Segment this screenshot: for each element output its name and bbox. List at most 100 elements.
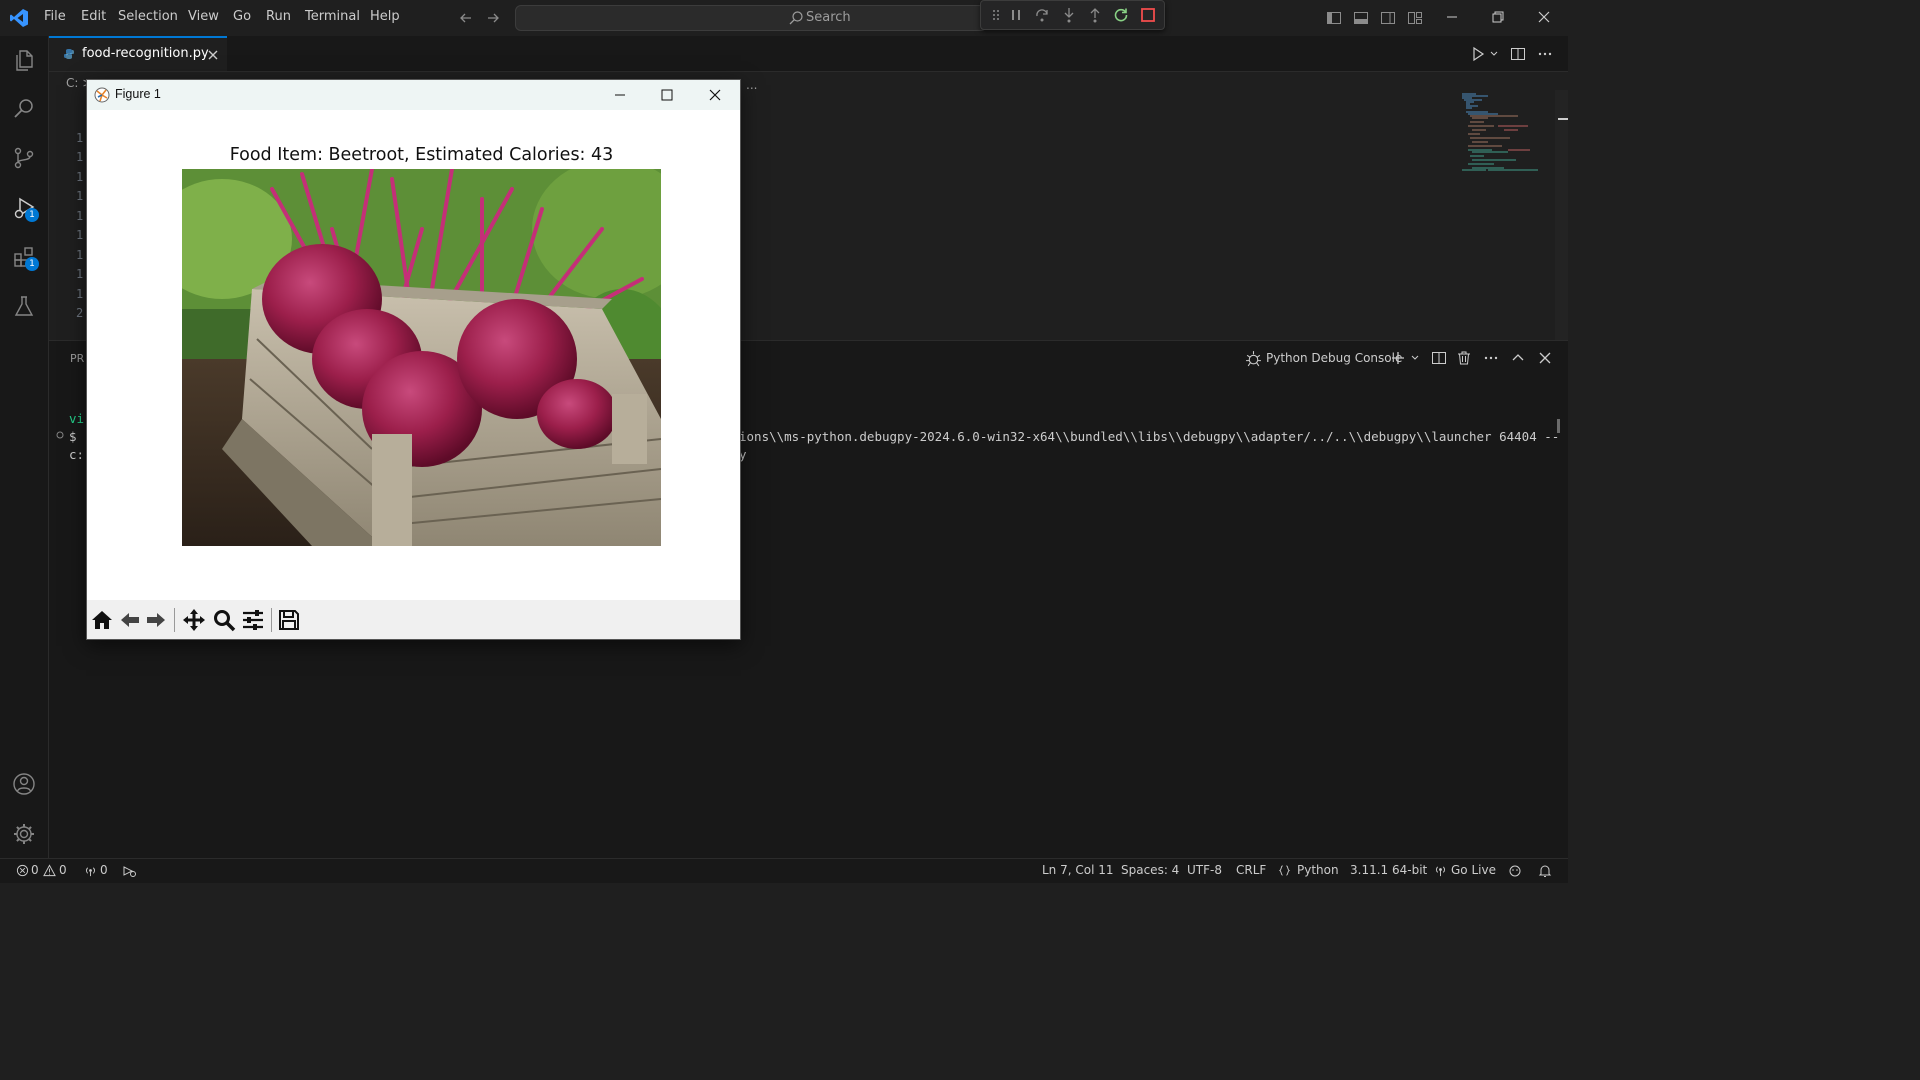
cursor-position[interactable]: Ln 7, Col 11 xyxy=(1042,863,1114,877)
menu-go[interactable]: Go xyxy=(233,9,251,24)
editor-more-actions-icon[interactable] xyxy=(1537,46,1553,62)
menu-edit[interactable]: Edit xyxy=(81,9,106,24)
figure-maximize-icon[interactable] xyxy=(660,88,674,102)
ports-count[interactable]: 0 xyxy=(100,863,108,877)
python-interpreter[interactable]: 3.11.1 64-bit xyxy=(1350,863,1427,877)
warning-icon[interactable] xyxy=(43,864,56,877)
source-control-icon[interactable] xyxy=(12,146,36,170)
activity-bar: 1 1 xyxy=(0,36,49,858)
terminal-line-3: c: xyxy=(69,447,85,462)
toggle-panel-icon[interactable] xyxy=(1353,10,1369,26)
line-number: 1 xyxy=(76,228,84,242)
split-terminal-icon[interactable] xyxy=(1431,350,1447,366)
maximize-panel-chevron-up-icon[interactable] xyxy=(1510,350,1526,366)
split-editor-icon[interactable] xyxy=(1510,46,1526,62)
step-over-icon[interactable] xyxy=(1034,7,1050,23)
toggle-primary-sidebar-icon[interactable] xyxy=(1326,10,1342,26)
file-encoding[interactable]: UTF-8 xyxy=(1187,863,1222,877)
debug-console-icon xyxy=(1246,351,1261,367)
end-of-line[interactable]: CRLF xyxy=(1236,863,1266,877)
testing-flask-icon[interactable] xyxy=(12,294,36,318)
search-placeholder: Search xyxy=(806,10,851,25)
go-live-button[interactable]: Go Live xyxy=(1451,863,1496,877)
restart-icon[interactable] xyxy=(1113,7,1129,23)
console-label[interactable]: Python Debug Console xyxy=(1266,351,1402,365)
menu-file[interactable]: File xyxy=(44,9,66,24)
search-icon xyxy=(789,11,803,25)
back-arrow-icon[interactable] xyxy=(458,10,474,26)
figure-navigation-toolbar xyxy=(87,600,740,639)
debug-launch-icon[interactable] xyxy=(122,864,137,878)
pan-move-icon[interactable] xyxy=(182,608,206,632)
close-panel-icon[interactable] xyxy=(1537,350,1553,366)
menu-run[interactable]: Run xyxy=(266,9,291,24)
forward-arrow-icon[interactable] xyxy=(144,608,168,632)
terminal-line-2: $ xyxy=(69,429,77,444)
step-into-icon[interactable] xyxy=(1061,7,1077,23)
menu-terminal[interactable]: Terminal xyxy=(305,9,360,24)
matplotlib-logo-icon xyxy=(94,87,110,103)
restore-window-icon[interactable] xyxy=(1491,10,1505,24)
line-number: 2 xyxy=(76,306,84,320)
configure-subplots-icon[interactable] xyxy=(241,608,265,632)
run-debug-badge: 1 xyxy=(25,208,39,222)
save-floppy-icon[interactable] xyxy=(277,608,301,632)
stop-icon[interactable] xyxy=(1140,7,1156,23)
kill-terminal-trash-icon[interactable] xyxy=(1456,350,1472,366)
step-out-icon[interactable] xyxy=(1087,7,1103,23)
accounts-icon[interactable] xyxy=(12,772,36,796)
indentation[interactable]: Spaces: 4 xyxy=(1121,863,1179,877)
title-bar: File Edit Selection View Go Run Terminal… xyxy=(0,0,1568,36)
drag-handle-icon[interactable] xyxy=(989,8,1003,22)
warning-count[interactable]: 0 xyxy=(59,863,67,877)
copilot-feedback-icon[interactable] xyxy=(1508,864,1522,878)
language-mode[interactable]: Python xyxy=(1297,863,1339,877)
tab-close-icon[interactable] xyxy=(206,48,220,62)
figure-title-bar[interactable]: Figure 1 xyxy=(87,80,740,110)
error-count[interactable]: 0 xyxy=(31,863,39,877)
error-icon[interactable] xyxy=(16,864,29,877)
editor-tab-bar xyxy=(49,36,1568,72)
line-number: 1 xyxy=(76,267,84,281)
customize-layout-icon[interactable] xyxy=(1407,10,1423,26)
figure-close-icon[interactable] xyxy=(708,88,722,102)
terminal-command-decoration-icon[interactable] xyxy=(55,430,65,440)
figure-window: Figure 1 Food Item: Beetroot, Estimated … xyxy=(86,79,741,640)
menu-view[interactable]: View xyxy=(188,9,219,24)
go-live-broadcast-icon[interactable] xyxy=(1434,864,1447,877)
explorer-icon[interactable] xyxy=(12,48,36,72)
panel-tab-problems[interactable]: PR xyxy=(70,352,84,365)
menu-selection[interactable]: Selection xyxy=(118,9,178,24)
language-braces-icon[interactable] xyxy=(1278,864,1291,877)
toggle-secondary-sidebar-icon[interactable] xyxy=(1380,10,1396,26)
back-arrow-icon[interactable] xyxy=(118,608,142,632)
search-icon[interactable] xyxy=(12,96,36,120)
editor-scrollbar[interactable] xyxy=(1555,90,1568,340)
run-dropdown-chevron-icon[interactable] xyxy=(1489,49,1499,59)
tab-food-recognition[interactable]: food-recognition.py xyxy=(49,36,227,71)
minimap[interactable] xyxy=(1458,90,1548,180)
minimize-window-icon[interactable] xyxy=(1445,10,1459,24)
settings-gear-icon[interactable] xyxy=(12,822,36,846)
terminal-command-text: ions\\ms-python.debugpy-2024.6.0-win32-x… xyxy=(739,429,1560,444)
run-python-file-icon[interactable] xyxy=(1470,46,1486,62)
zoom-magnifier-icon[interactable] xyxy=(212,608,236,632)
terminal-dropdown-chevron-icon[interactable] xyxy=(1410,353,1420,363)
forward-arrow-icon[interactable] xyxy=(485,10,501,26)
debug-toolbar xyxy=(980,0,1165,30)
line-number: 1 xyxy=(76,131,84,145)
close-window-icon[interactable] xyxy=(1537,10,1551,24)
extensions-badge: 1 xyxy=(25,257,39,271)
figure-minimize-icon[interactable] xyxy=(613,88,627,102)
breadcrumb-ellipsis[interactable]: ... xyxy=(746,78,757,92)
new-terminal-plus-icon[interactable] xyxy=(1390,350,1406,366)
home-icon[interactable] xyxy=(90,608,114,632)
ports-broadcast-icon[interactable] xyxy=(84,864,97,877)
line-number: 1 xyxy=(76,209,84,223)
menu-help[interactable]: Help xyxy=(370,9,400,24)
notifications-bell-icon[interactable] xyxy=(1538,864,1552,878)
terminal-scrollbar[interactable] xyxy=(1557,419,1560,433)
search-input[interactable]: Search xyxy=(515,5,987,31)
panel-more-actions-icon[interactable] xyxy=(1483,350,1499,366)
pause-icon[interactable] xyxy=(1009,8,1023,22)
